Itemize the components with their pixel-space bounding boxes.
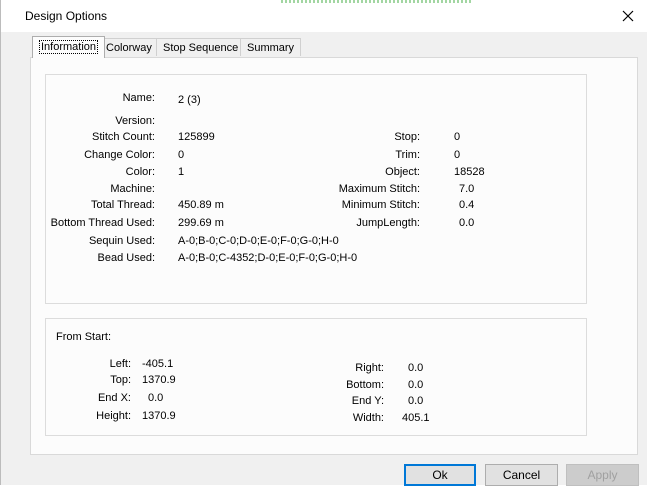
left-value: -405.1: [142, 358, 174, 370]
bead-used-value: A-0;B-0;C-4352;D-0;E-0;F-0;G-0;H-0: [178, 252, 358, 264]
machine-label: Machine:: [110, 183, 155, 195]
width-value: 405.1: [402, 412, 430, 424]
height-value: 1370.9: [142, 410, 176, 422]
stop-label: Stop:: [394, 131, 420, 143]
version-label: Version:: [115, 115, 155, 127]
bottom-thread-value: 299.69 m: [178, 217, 224, 229]
color-value: 1: [178, 166, 185, 178]
ok-button[interactable]: Ok: [404, 464, 476, 486]
sequin-used-value: A-0;B-0;C-0;D-0;E-0;F-0;G-0;H-0: [178, 235, 339, 247]
stop-value: 0: [454, 131, 461, 143]
maximum-stitch-value: 7.0: [459, 183, 475, 195]
change-color-label: Change Color:: [84, 149, 155, 161]
tab-information[interactable]: Information: [32, 36, 106, 58]
right-value: 0.0: [408, 362, 424, 374]
height-label: Height:: [96, 410, 131, 422]
tab-stop-sequence[interactable]: Stop Sequence: [156, 38, 246, 56]
object-value: 18528: [454, 166, 485, 178]
sequin-used-label: Sequin Used:: [88, 235, 155, 247]
from-start-title: From Start:: [56, 331, 112, 343]
top-value: 1370.9: [142, 374, 176, 386]
width-label: Width:: [352, 412, 384, 424]
bead-used-label: Bead Used:: [97, 252, 155, 264]
trim-value: 0: [454, 149, 461, 161]
color-label: Color:: [125, 166, 155, 178]
end-y-value: 0.0: [408, 395, 424, 407]
name-value: 2 (3): [178, 94, 201, 106]
right-label: Right:: [355, 362, 384, 374]
design-options-dialog: Design Options Information Colorway Stop…: [0, 0, 648, 486]
apply-button[interactable]: Apply: [566, 464, 639, 486]
bottom-label: Bottom:: [346, 379, 384, 391]
close-icon[interactable]: [618, 6, 638, 26]
tab-colorway[interactable]: Colorway: [99, 38, 159, 56]
tab-summary[interactable]: Summary: [240, 38, 302, 56]
minimum-stitch-value: 0.4: [459, 199, 475, 211]
total-thread-value: 450.89 m: [178, 199, 224, 211]
end-y-label: End Y:: [351, 395, 384, 407]
window-title: Design Options: [25, 9, 108, 23]
from-start-group: From Start: Left: -405.1 Top: 1370.9 End…: [45, 318, 587, 436]
bottom-thread-label: Bottom Thread Used:: [50, 217, 155, 229]
stitch-count-value: 125899: [178, 131, 215, 143]
maximum-stitch-label: Maximum Stitch:: [338, 183, 420, 195]
minimum-stitch-label: Minimum Stitch:: [341, 199, 420, 211]
bottom-value: 0.0: [408, 379, 424, 391]
stitch-count-label: Stitch Count:: [92, 131, 155, 143]
info-group: Name: 2 (3) Version: Stitch Count: 12589…: [45, 74, 587, 304]
jump-length-label: JumpLength:: [356, 217, 420, 229]
left-label: Left:: [109, 358, 131, 370]
cancel-button[interactable]: Cancel: [485, 464, 558, 486]
trim-label: Trim:: [395, 149, 420, 161]
end-x-value: 0.0: [148, 392, 164, 404]
title-bar: Design Options: [1, 0, 648, 32]
total-thread-label: Total Thread:: [90, 199, 155, 211]
change-color-value: 0: [178, 149, 185, 161]
object-label: Object:: [385, 166, 420, 178]
jump-length-value: 0.0: [459, 217, 475, 229]
end-x-label: End X:: [97, 392, 131, 404]
top-label: Top:: [110, 374, 131, 386]
title-bar-decoration: [281, 0, 471, 3]
name-label: Name:: [122, 92, 155, 104]
